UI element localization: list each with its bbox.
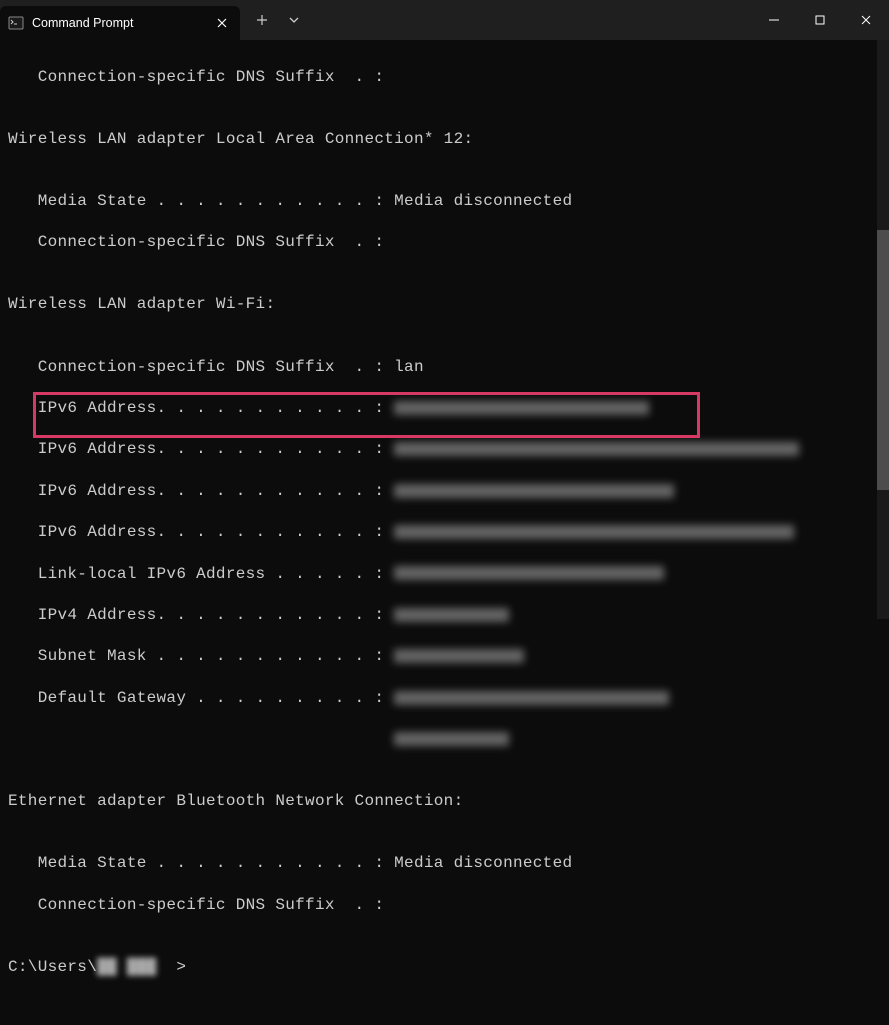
- field-label: IPv4 Address. . . . . . . . . . . :: [8, 606, 394, 624]
- default-gateway-line: Default Gateway . . . . . . . . . :: [8, 688, 881, 709]
- new-tab-button[interactable]: [248, 6, 276, 34]
- titlebar: Command Prompt: [0, 0, 889, 40]
- adapter-header: Ethernet adapter Bluetooth Network Conne…: [8, 791, 881, 812]
- field-label: IPv6 Address. . . . . . . . . . . :: [8, 440, 394, 458]
- field-label: Default Gateway . . . . . . . . . :: [8, 689, 394, 707]
- tab-command-prompt[interactable]: Command Prompt: [0, 6, 240, 40]
- prompt-path: C:\Users\: [8, 958, 97, 976]
- field-label: IPv6 Address. . . . . . . . . . . :: [8, 482, 394, 500]
- vertical-scrollbar[interactable]: [877, 40, 889, 619]
- terminal-icon: [8, 15, 24, 31]
- output-line: IPv6 Address. . . . . . . . . . . :: [8, 522, 881, 543]
- output-line: IPv4 Address. . . . . . . . . . . :: [8, 605, 881, 626]
- tab-actions: [240, 6, 308, 34]
- redacted-username: ██ ███: [97, 957, 156, 978]
- redacted-value: [394, 401, 649, 415]
- window-controls: [751, 0, 889, 40]
- field-indent: [8, 730, 394, 748]
- redacted-value: [394, 608, 509, 622]
- adapter-header: Wireless LAN adapter Local Area Connecti…: [8, 129, 881, 150]
- minimize-button[interactable]: [751, 0, 797, 40]
- output-line: Subnet Mask . . . . . . . . . . . :: [8, 646, 881, 667]
- tab-dropdown-button[interactable]: [280, 6, 308, 34]
- output-line: IPv6 Address. . . . . . . . . . . :: [8, 481, 881, 502]
- terminal-area[interactable]: Connection-specific DNS Suffix . : Wirel…: [0, 40, 889, 1025]
- terminal-output: Connection-specific DNS Suffix . : Wirel…: [0, 40, 889, 1025]
- field-label: IPv6 Address. . . . . . . . . . . :: [8, 399, 394, 417]
- redacted-value: [394, 566, 664, 580]
- redacted-value: [394, 442, 799, 456]
- scrollbar-thumb[interactable]: [877, 230, 889, 490]
- output-line: Connection-specific DNS Suffix . : lan: [8, 357, 881, 378]
- output-line: IPv6 Address. . . . . . . . . . . :: [8, 398, 881, 419]
- output-line: Media State . . . . . . . . . . . : Medi…: [8, 853, 881, 874]
- field-label: Link-local IPv6 Address . . . . . :: [8, 565, 394, 583]
- prompt-caret: >: [176, 958, 186, 976]
- output-line: Link-local IPv6 Address . . . . . :: [8, 564, 881, 585]
- default-gateway-line2: [8, 729, 881, 750]
- redacted-value: [394, 732, 509, 746]
- maximize-button[interactable]: [797, 0, 843, 40]
- field-label: IPv6 Address. . . . . . . . . . . :: [8, 523, 394, 541]
- field-label: Subnet Mask . . . . . . . . . . . :: [8, 647, 394, 665]
- output-line: Connection-specific DNS Suffix . :: [8, 232, 881, 253]
- output-line: IPv6 Address. . . . . . . . . . . :: [8, 439, 881, 460]
- redacted-value: [394, 649, 524, 663]
- adapter-header: Wireless LAN adapter Wi-Fi:: [8, 294, 881, 315]
- redacted-value: [394, 525, 794, 539]
- redacted-value: [394, 691, 669, 705]
- tab-close-button[interactable]: [214, 15, 230, 31]
- prompt-line: C:\Users\██ ███ >: [8, 957, 881, 978]
- redacted-value: [394, 484, 674, 498]
- close-button[interactable]: [843, 0, 889, 40]
- tab-title: Command Prompt: [32, 16, 206, 30]
- output-line: Media State . . . . . . . . . . . : Medi…: [8, 191, 881, 212]
- output-line: Connection-specific DNS Suffix . :: [8, 67, 881, 88]
- output-line: Connection-specific DNS Suffix . :: [8, 895, 881, 916]
